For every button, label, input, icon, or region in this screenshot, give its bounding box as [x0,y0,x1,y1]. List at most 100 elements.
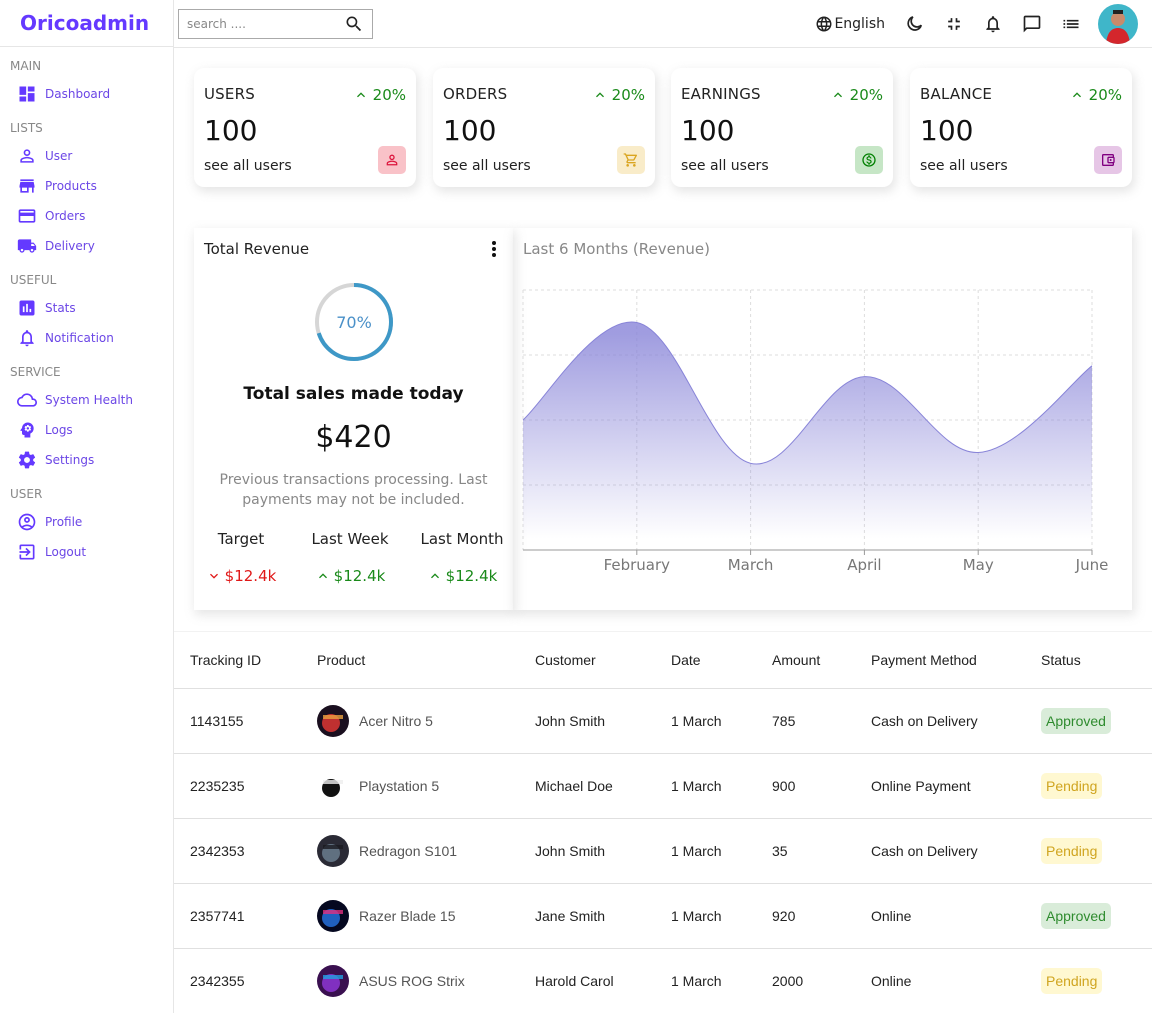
dollar-icon[interactable] [855,146,883,174]
summary-target: Target $12.4k [191,530,291,585]
sidebar-item-stats[interactable]: Stats [0,293,173,323]
column-header[interactable]: Payment Method [855,632,1025,689]
sidebar-item-delivery[interactable]: Delivery [0,231,173,261]
widget-percentage: 20% [830,86,883,104]
list-button[interactable] [1061,14,1081,34]
product-image [317,769,349,802]
table-row[interactable]: 2342355 ASUS ROG Strix Harold Carol 1 March… [174,948,1152,1013]
status-badge: Pending [1041,967,1103,994]
summary-value: $12.4k [412,567,512,585]
dark-mode-icon [907,16,923,31]
table-row[interactable]: 2342353 Redragon S101 John Smith 1 March 35 C… [174,818,1152,884]
sidebar-item-settings[interactable]: Settings [0,445,173,475]
sidebar-item-label: Delivery [45,239,95,253]
widget-percentage-value: 20% [849,86,883,104]
widget-title: ORDERS [443,85,508,103]
sidebar-item-profile[interactable]: Profile [0,507,173,537]
wallet-icon[interactable] [1094,146,1122,174]
sidebar-item-orders[interactable]: Orders [0,201,173,231]
status-cell: Approved [1025,688,1152,754]
status-cell: Pending [1025,818,1152,884]
payment-method-cell: Cash on Delivery [855,818,1025,884]
status-cell: Approved [1025,883,1152,949]
sidebar-section-title: MAIN [10,59,42,73]
sidebar-item-products[interactable]: Products [0,171,173,201]
x-tick-label: June [1075,556,1109,574]
avatar[interactable] [1098,4,1138,44]
fullscreen-button[interactable] [944,14,964,34]
product-image [317,899,349,932]
sidebar-item-logs[interactable]: Logs [0,415,173,445]
arrow-up-icon [356,92,365,98]
search-icon[interactable] [344,14,364,34]
navbar: English [174,0,1152,48]
language-selector[interactable]: English [815,15,885,33]
notifications-icon [986,16,1000,33]
table-body: 1143155 Acer Nitro 5 John Smith 1 March 785 C… [174,688,1152,1013]
date-cell: 1 March [655,818,756,884]
widget-link[interactable]: see all users [681,158,769,174]
settings-icon [17,450,37,470]
column-header[interactable]: Product [301,632,519,689]
widget-link[interactable]: see all users [920,158,1008,174]
product-name: Redragon S101 [359,842,458,859]
column-header[interactable]: Date [655,632,756,689]
status-badge: Approved [1041,902,1111,929]
search-input[interactable] [187,17,337,31]
person-icon[interactable] [378,146,406,174]
tracking-id-cell: 2357741 [174,883,301,949]
product-name: Playstation 5 [359,777,440,794]
product-cell: Redragon S101 [301,818,519,884]
date-cell: 1 March [655,753,756,819]
tracking-id-cell: 1143155 [174,688,301,754]
customer-cell: John Smith [519,818,655,884]
notifications-button[interactable] [983,14,1003,34]
arrow-up-icon [318,573,327,579]
column-header[interactable]: Amount [756,632,855,689]
table-row[interactable]: 2357741 Razer Blade 15 Jane Smith 1 March 92… [174,883,1152,949]
bar-chart-icon [17,298,37,318]
cart-icon[interactable] [617,146,645,174]
status-badge: Pending [1041,772,1103,799]
payment-method-cell: Online [855,883,1025,949]
summary-value-text: $12.4k [333,567,386,585]
bell-icon [17,328,37,348]
fullscreen-exit-icon [948,18,960,30]
dark-mode-toggle[interactable] [905,14,925,34]
column-header[interactable]: Customer [519,632,655,689]
column-header[interactable]: Status [1025,632,1152,689]
sidebar-item-dashboard[interactable]: Dashboard [0,79,173,109]
arrow-down-icon [209,573,218,579]
chat-button[interactable] [1022,14,1042,34]
summary-title: Target [217,530,265,548]
sidebar-item-label: Stats [45,301,76,315]
user-icon [17,146,37,166]
widget-link[interactable]: see all users [204,158,292,174]
table-row[interactable]: 2235235 Playstation 5 Michael Doe 1 March 90… [174,753,1152,819]
summary-value: $12.4k [191,567,291,585]
sidebar-section-title: SERVICE [10,365,61,379]
product: Redragon S101 [317,834,519,867]
x-tick-label: March [728,556,774,574]
widget-link[interactable]: see all users [443,158,531,174]
arrow-up-icon [1072,92,1081,98]
column-header[interactable]: Tracking ID [174,632,301,689]
featured-title: Total Revenue [204,240,310,258]
widget-title: USERS [204,85,255,103]
sidebar-item-user[interactable]: User [0,141,173,171]
tracking-id-cell: 2342353 [174,818,301,884]
cloud-icon [17,390,37,410]
logo[interactable]: Oricoadmin [0,0,173,47]
sidebar-section-title: LISTS [10,121,43,135]
language-label: English [834,16,885,32]
more-vert-icon[interactable] [491,240,497,258]
status-badge: Approved [1041,707,1111,734]
sidebar-item-logout[interactable]: Logout [0,537,173,567]
payment-method-cell: Online Payment [855,753,1025,819]
table-row[interactable]: 1143155 Acer Nitro 5 John Smith 1 March 785 C… [174,688,1152,754]
arrow-up-icon [430,573,439,579]
avatar-image [1098,4,1138,44]
dashboard-icon [17,84,37,104]
sidebar-item-system-health[interactable]: System Health [0,385,173,415]
sidebar-item-notification[interactable]: Notification [0,323,173,353]
